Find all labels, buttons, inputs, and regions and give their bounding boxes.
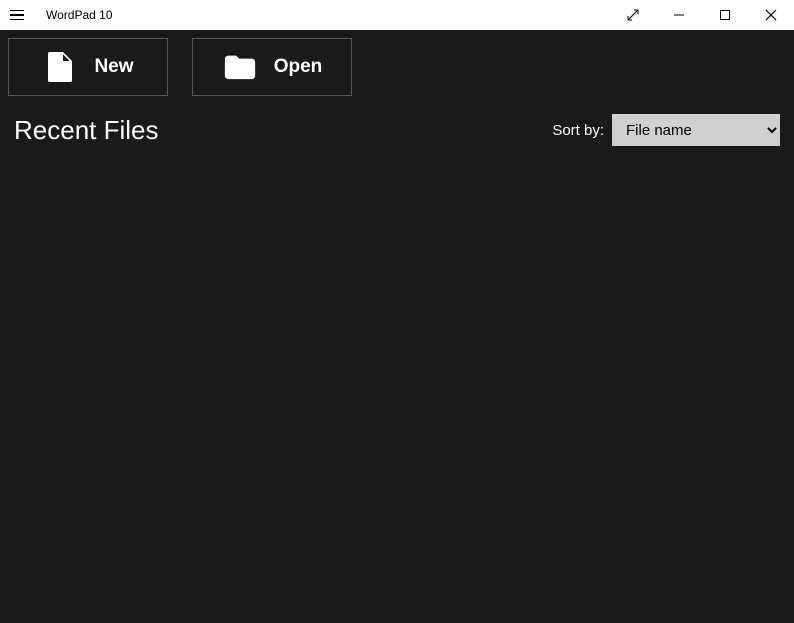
action-buttons-row: New Open bbox=[8, 38, 786, 96]
minimize-icon[interactable] bbox=[656, 0, 702, 30]
window-controls bbox=[610, 0, 794, 30]
app-title: WordPad 10 bbox=[46, 8, 113, 22]
close-icon[interactable] bbox=[748, 0, 794, 30]
recent-files-heading: Recent Files bbox=[14, 115, 159, 146]
open-button[interactable]: Open bbox=[192, 38, 352, 96]
title-bar-left: WordPad 10 bbox=[10, 7, 113, 23]
hamburger-menu-icon[interactable] bbox=[10, 7, 26, 23]
recent-files-header-row: Recent Files Sort by: File name bbox=[8, 114, 786, 146]
open-label: Open bbox=[274, 56, 323, 78]
maximize-icon[interactable] bbox=[702, 0, 748, 30]
file-icon bbox=[42, 49, 78, 85]
sort-by-label: Sort by: bbox=[552, 122, 604, 139]
main-content: New Open Recent Files Sort by: File name bbox=[0, 30, 794, 623]
expand-icon[interactable] bbox=[610, 0, 656, 30]
new-label: New bbox=[94, 56, 133, 78]
sort-group: Sort by: File name bbox=[552, 114, 780, 146]
new-button[interactable]: New bbox=[8, 38, 168, 96]
folder-icon bbox=[222, 49, 258, 85]
sort-by-select[interactable]: File name bbox=[612, 114, 780, 146]
title-bar: WordPad 10 bbox=[0, 0, 794, 30]
